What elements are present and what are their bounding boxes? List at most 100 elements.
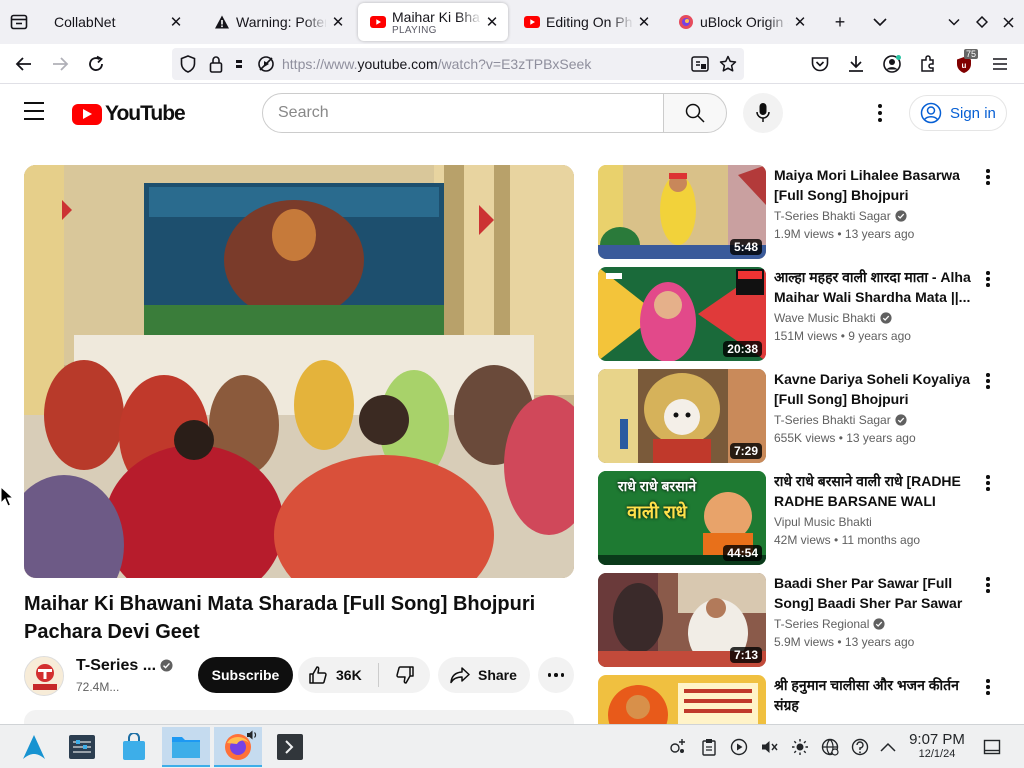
share-button[interactable]: Share <box>438 657 530 693</box>
youtube-logo[interactable]: YouTube <box>72 102 186 126</box>
related-channel-label: Vipul Music Bhakti <box>774 515 872 529</box>
tray-clipboard-icon[interactable] <box>699 737 719 757</box>
video-player[interactable] <box>24 165 574 578</box>
list-all-tabs-button[interactable] <box>868 10 892 34</box>
related-video-item[interactable]: 20:38 आल्हा महहर वाली शारदा माता - Alha … <box>598 267 1008 361</box>
tracking-protection-shield-icon[interactable] <box>176 52 200 76</box>
dislike-button[interactable] <box>379 657 430 693</box>
pocket-button[interactable] <box>808 52 832 76</box>
related-video-item[interactable]: श्री हनुमान चालीसा और भजन कीर्तन संग्रह <box>598 675 1008 724</box>
system-settings-task[interactable] <box>58 727 106 767</box>
related-video-title[interactable]: राधे राधे बरसाने वाली राधे [RADHE RADHE … <box>774 471 974 511</box>
close-tab-icon[interactable]: ✕ <box>484 13 500 31</box>
digital-clock[interactable]: 9:07 PM 12/1/24 <box>902 731 972 760</box>
terminal-task[interactable] <box>266 727 314 767</box>
svg-text:u: u <box>962 61 967 70</box>
new-tab-button[interactable]: + <box>828 10 852 34</box>
youtube-masthead: YouTube Search Sign in <box>0 84 1024 140</box>
tray-network-globe-icon[interactable] <box>820 737 840 757</box>
file-manager-task[interactable] <box>162 727 210 767</box>
related-more-button[interactable] <box>980 269 996 289</box>
related-video-item[interactable]: 7:13 Baadi Sher Par Sawar [Full Song] Ba… <box>598 573 1008 667</box>
related-video-item[interactable]: 7:29 Kavne Dariya Soheli Koyaliya [Full … <box>598 369 1008 463</box>
channel-avatar[interactable] <box>24 656 64 696</box>
back-button[interactable] <box>12 52 36 76</box>
related-video-title[interactable]: श्री हनुमान चालीसा और भजन कीर्तन संग्रह <box>774 675 974 715</box>
forward-button[interactable] <box>48 52 72 76</box>
firefox-task[interactable] <box>214 727 262 767</box>
address-bar[interactable]: https://www.youtube.com/watch?v=E3zTPBxS… <box>172 48 744 80</box>
tray-network-tools-icon[interactable] <box>668 737 688 757</box>
related-video-title[interactable]: आल्हा महहर वाली शारदा माता - Alha Maihar… <box>774 267 974 307</box>
related-channel-name[interactable]: T-Series Bhakti Sagar <box>774 413 907 427</box>
firefox-addons-icon <box>678 14 694 30</box>
close-window-button[interactable] <box>996 10 1020 34</box>
related-channel-name[interactable]: T-Series Regional <box>774 617 885 631</box>
ublock-button[interactable]: u 75 <box>952 49 979 76</box>
related-video-item[interactable]: 5:48 Maiya Mori Lihalee Basarwa [Full So… <box>598 165 1008 259</box>
reload-button[interactable] <box>84 52 108 76</box>
close-tab-icon[interactable]: ✕ <box>792 13 808 31</box>
tab-overview-button[interactable] <box>6 10 32 34</box>
tray-volume-muted-icon[interactable] <box>759 737 779 757</box>
reader-view-icon[interactable] <box>688 52 712 76</box>
view-count: 655K views <box>774 431 836 445</box>
video-thumbnail[interactable]: राधे राधे बरसाने वाली राधे 44:54 <box>598 471 766 565</box>
search-input[interactable]: Search <box>262 93 664 133</box>
account-button[interactable] <box>880 52 904 76</box>
bookmark-star-icon[interactable] <box>716 52 740 76</box>
autoplay-blocked-icon[interactable] <box>254 52 278 76</box>
permissions-icon[interactable] <box>232 52 256 76</box>
video-thumbnail[interactable]: 20:38 <box>598 267 766 361</box>
sign-in-button[interactable]: Sign in <box>909 95 1007 131</box>
video-thumbnail[interactable]: 7:29 <box>598 369 766 463</box>
channel-name[interactable]: T-Series ... <box>76 657 156 675</box>
discover-task[interactable] <box>110 727 158 767</box>
settings-more-button[interactable] <box>868 101 892 125</box>
guide-menu-button[interactable] <box>24 102 48 122</box>
video-thumbnail[interactable] <box>598 675 766 724</box>
app-menu-button[interactable] <box>988 52 1012 76</box>
clock-date: 12/1/24 <box>918 748 956 760</box>
related-more-button[interactable] <box>980 371 996 391</box>
related-more-button[interactable] <box>980 575 996 595</box>
related-more-button[interactable] <box>980 167 996 187</box>
related-more-button[interactable] <box>980 677 996 697</box>
more-actions-button[interactable] <box>538 657 574 693</box>
tab-security-warning[interactable]: Warning: Potential Security Risk Ahead ✕ <box>202 3 354 41</box>
maximize-button[interactable] <box>970 10 994 34</box>
tab-ublock[interactable]: uBlock Origin - an efficient blocker ✕ <box>666 3 816 41</box>
close-tab-icon[interactable]: ✕ <box>636 13 652 31</box>
related-video-title[interactable]: Kavne Dariya Soheli Koyaliya [Full Song]… <box>774 369 974 409</box>
reload-icon <box>89 55 103 71</box>
tray-expand-chevron-up-icon[interactable] <box>878 737 898 757</box>
tab-collabnet[interactable]: CollabNet ✕ <box>42 3 192 41</box>
video-thumbnail[interactable]: 5:48 <box>598 165 766 259</box>
search-button[interactable] <box>663 93 727 133</box>
tab-editing-photo[interactable]: Editing On Photo ✕ <box>512 3 660 41</box>
application-launcher-button[interactable] <box>10 727 58 767</box>
like-button[interactable]: 36K <box>298 657 377 693</box>
video-thumbnail[interactable]: 7:13 <box>598 573 766 667</box>
downloads-button[interactable] <box>844 52 868 76</box>
tray-brightness-icon[interactable] <box>790 737 810 757</box>
minimize-button[interactable] <box>942 10 966 34</box>
close-tab-icon[interactable]: ✕ <box>168 13 184 31</box>
close-tab-icon[interactable]: ✕ <box>330 13 346 31</box>
related-video-item[interactable]: राधे राधे बरसाने वाली राधे 44:54 राधे रा… <box>598 471 1008 565</box>
subscribe-button[interactable]: Subscribe <box>198 657 293 693</box>
tab-youtube-active[interactable]: Maihar Ki Bhawani Mata Sharada PLAYING ✕ <box>358 3 508 41</box>
lock-icon[interactable] <box>204 52 228 76</box>
related-channel-name[interactable]: Wave Music Bhakti <box>774 311 892 325</box>
related-video-title[interactable]: Maiya Mori Lihalee Basarwa [Full Song] B… <box>774 165 974 205</box>
show-desktop-button[interactable] <box>982 737 1002 757</box>
tray-updates-icon[interactable] <box>850 737 870 757</box>
folder-icon <box>172 737 200 758</box>
extensions-button[interactable] <box>916 52 940 76</box>
related-channel-name[interactable]: Vipul Music Bhakti <box>774 515 872 529</box>
voice-search-button[interactable] <box>743 93 783 133</box>
related-more-button[interactable] <box>980 473 996 493</box>
related-video-title[interactable]: Baadi Sher Par Sawar [Full Song] Baadi S… <box>774 573 974 613</box>
related-channel-name[interactable]: T-Series Bhakti Sagar <box>774 209 907 223</box>
tray-media-player-icon[interactable] <box>729 737 749 757</box>
